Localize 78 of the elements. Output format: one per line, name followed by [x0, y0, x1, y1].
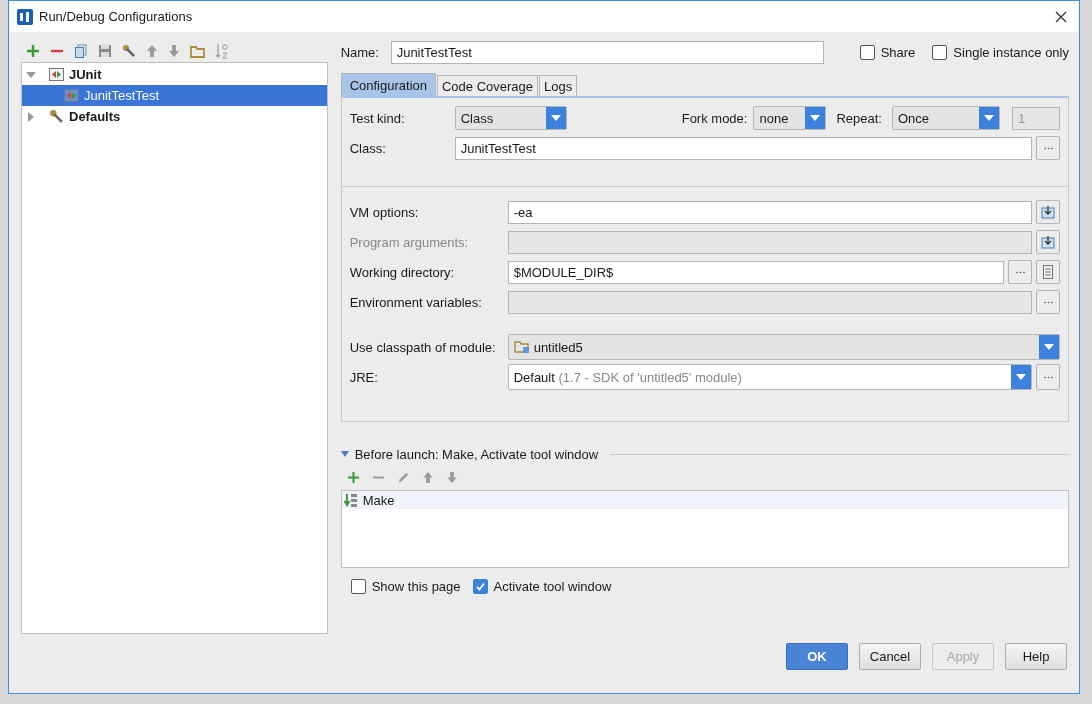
class-field[interactable]: JunitTestTest	[454, 136, 1032, 160]
name-label: Name:	[340, 44, 380, 60]
tree-label: JUnit	[69, 67, 102, 82]
input-field[interactable]: -ea	[507, 200, 1032, 224]
ellipsis-icon	[1043, 300, 1053, 304]
field-label: Environment variables:	[349, 294, 483, 310]
test-kind-dropdown[interactable]: Class	[454, 106, 567, 130]
ellipsis-icon	[1043, 375, 1053, 379]
caret-icon	[1044, 344, 1054, 350]
name-field[interactable]: JunitTestTest	[390, 40, 824, 64]
tree-item[interactable]: JunitTestTest	[22, 85, 327, 106]
junit-icon	[64, 89, 79, 102]
caret-icon	[1016, 374, 1026, 380]
jre-dropdown[interactable]: Default (1.7 - SDK of 'untitled5' module)	[507, 364, 1032, 390]
junit-icon	[49, 68, 64, 81]
expand-arrow-icon[interactable]	[26, 69, 36, 80]
input-field[interactable]: $MODULE_DIR$	[507, 260, 1004, 284]
checkbox[interactable]: Share	[859, 44, 916, 60]
expand-button[interactable]	[1036, 200, 1060, 224]
dialog-button[interactable]: Cancel	[859, 643, 921, 670]
tab[interactable]: Configuration	[340, 73, 436, 96]
insert-icon	[1041, 205, 1055, 219]
dialog-button[interactable]: OK	[786, 643, 848, 670]
repeat-dropdown[interactable]: Once	[892, 106, 1000, 130]
module-folder-icon	[513, 340, 530, 354]
tree-label: JunitTestTest	[84, 88, 160, 103]
dialog-button[interactable]: Help	[1005, 643, 1067, 670]
caret-icon	[810, 115, 821, 121]
insert-icon	[1041, 235, 1055, 249]
checkbox[interactable]: Show this page	[350, 579, 461, 594]
field-label: Program arguments:	[349, 234, 470, 250]
caret-icon	[550, 115, 561, 121]
browse-button[interactable]	[1036, 364, 1060, 390]
folder-icon[interactable]	[190, 44, 205, 58]
close-icon[interactable]	[1055, 10, 1067, 23]
collapse-arrow-icon[interactable]	[340, 451, 349, 457]
input-field[interactable]	[507, 290, 1032, 314]
field-label: VM options:	[349, 204, 420, 220]
move-down-icon[interactable]	[445, 470, 458, 484]
check-icon	[474, 581, 486, 592]
module-dropdown[interactable]: untitled5	[507, 334, 1060, 360]
browse-button[interactable]	[1036, 290, 1060, 314]
window-title: Run/Debug Configurations	[39, 9, 194, 24]
tree-label: Defaults	[69, 109, 121, 124]
task-item[interactable]: Make	[341, 491, 1068, 509]
field-label: Working directory:	[349, 264, 456, 280]
app-logo-icon	[17, 8, 33, 25]
caret-icon	[984, 115, 994, 121]
browse-button[interactable]	[1036, 136, 1060, 160]
ellipsis-icon	[1043, 146, 1053, 150]
tab[interactable]: Code Coverage	[437, 75, 539, 96]
move-down-icon[interactable]	[168, 44, 180, 58]
sort-icon[interactable]	[215, 43, 229, 59]
checkbox[interactable]: Activate tool window	[472, 579, 612, 594]
fork-mode-dropdown[interactable]: none	[753, 106, 827, 130]
move-up-icon[interactable]	[146, 44, 158, 58]
field-label: Repeat:	[836, 110, 882, 126]
browse-button[interactable]	[1008, 260, 1032, 284]
field-label: Fork mode:	[681, 110, 748, 126]
tree-item[interactable]: Defaults	[22, 106, 327, 127]
field-label: Class:	[349, 140, 387, 156]
macro-button[interactable]	[1036, 260, 1060, 284]
section-title: Before launch: Make, Activate tool window	[354, 446, 599, 462]
tree-item[interactable]: JUnit	[22, 64, 327, 85]
move-up-icon[interactable]	[421, 470, 434, 484]
expand-arrow-icon[interactable]	[26, 111, 36, 122]
field-label: JRE:	[349, 369, 379, 385]
tab[interactable]: Logs	[539, 75, 578, 96]
add-icon[interactable]	[26, 44, 40, 58]
pencil-icon[interactable]	[396, 470, 410, 484]
field-label: Use classpath of module:	[349, 339, 497, 355]
add-icon[interactable]	[346, 470, 360, 484]
ellipsis-icon	[1015, 270, 1025, 274]
document-icon	[1043, 265, 1053, 279]
checkbox[interactable]: Single instance only	[932, 44, 1069, 60]
copy-icon[interactable]	[74, 44, 88, 58]
field-label: Test kind:	[349, 110, 406, 126]
make-icon	[343, 492, 359, 508]
